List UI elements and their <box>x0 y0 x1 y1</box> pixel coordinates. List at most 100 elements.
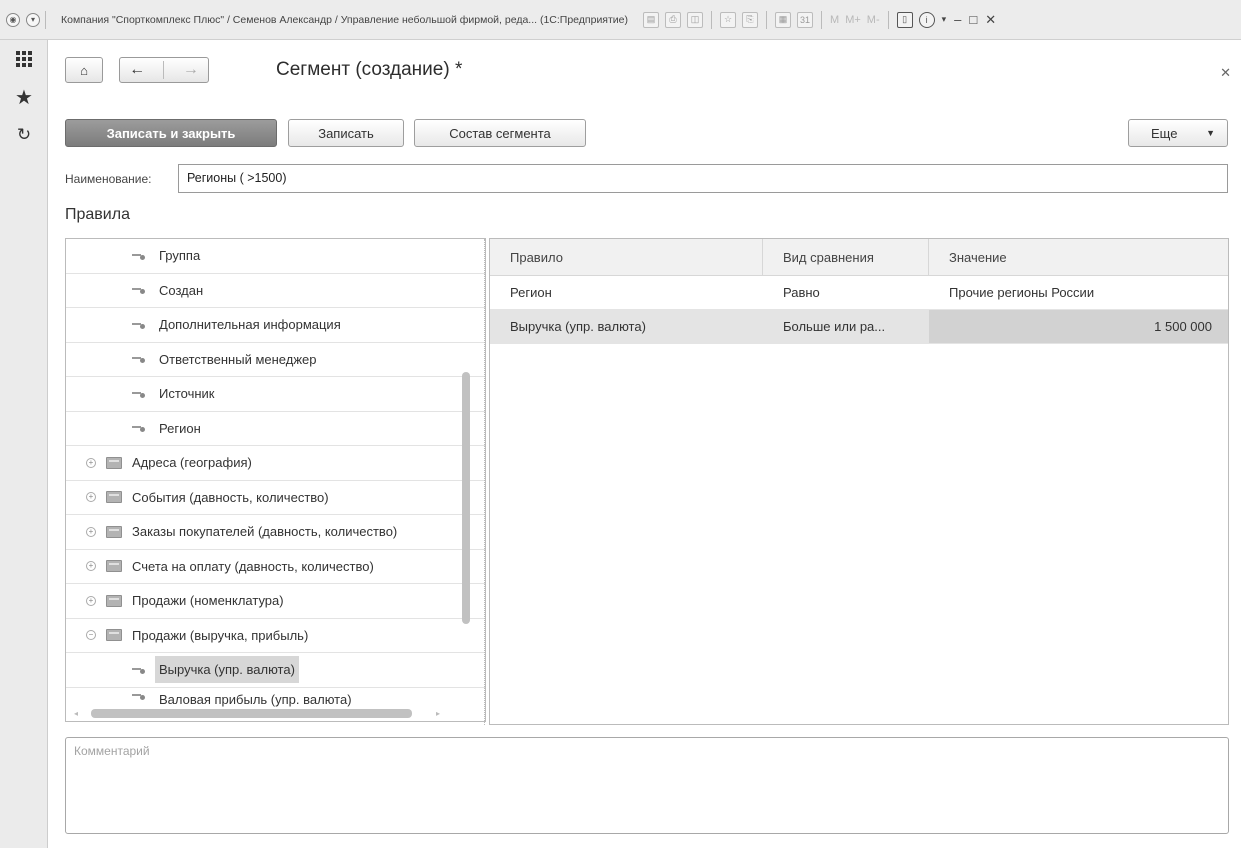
rules-table: Правило Вид сравнения Значение Регион Ра… <box>484 238 1229 725</box>
tree-group[interactable]: + События (давность, количество) <box>66 481 485 515</box>
expand-plus-icon[interactable]: + <box>86 561 96 572</box>
main-menu-icon[interactable]: ▾ <box>26 12 40 27</box>
value-cell[interactable]: 1 500 000 <box>929 310 1228 343</box>
field-icon <box>132 666 145 674</box>
calendar-icon[interactable]: 31 <box>797 11 814 28</box>
tree-group[interactable]: + Адреса (география) <box>66 446 485 481</box>
tree-item[interactable]: Регион <box>66 412 485 446</box>
field-icon <box>132 321 145 329</box>
tree-group[interactable]: + Заказы покупателей (давность, количеств… <box>66 515 485 550</box>
comment-field[interactable]: Комментарий <box>65 737 1229 834</box>
tree-item[interactable]: Дополнительная информация <box>66 308 485 343</box>
forward-arrow-icon[interactable]: → <box>183 61 199 79</box>
preview-icon[interactable]: ◫ <box>687 11 704 28</box>
calculator-icon[interactable]: ▦ <box>775 11 792 28</box>
tree-item[interactable]: Создан <box>66 274 485 308</box>
tree-horizontal-scrollbar[interactable] <box>91 709 412 718</box>
field-icon <box>132 390 145 398</box>
save-and-close-button[interactable]: Записать и закрыть <box>65 119 277 147</box>
toolbar-divider <box>766 10 768 29</box>
navigation-buttons: ← → <box>119 57 209 83</box>
save-button[interactable]: Записать <box>288 119 404 147</box>
app-logo-icon: ◉ <box>6 12 20 27</box>
memory-mplus-button[interactable]: M+ <box>845 14 861 26</box>
tree-group-label: События (давность, количество) <box>132 489 329 505</box>
toolbar-divider <box>887 10 889 29</box>
folder-icon <box>106 629 122 642</box>
favorite-icon[interactable]: ☆ <box>720 11 737 28</box>
sections-sidebar: ★ ↻ <box>0 40 48 848</box>
tree-item[interactable]: Валовая прибыль (упр. валюта) <box>66 688 485 708</box>
rule-cell[interactable]: Регион <box>490 276 763 309</box>
tree-item-label: Регион <box>159 420 201 436</box>
tree-group-label: Продажи (выручка, прибыль) <box>132 627 309 643</box>
panel-layout-icon[interactable]: ▯ <box>896 11 913 28</box>
folder-icon <box>106 594 122 607</box>
chevron-down-icon: ▼ <box>1206 128 1215 138</box>
toolbar-divider <box>711 10 713 29</box>
tree-group-expanded[interactable]: − Продажи (выручка, прибыль) <box>66 619 485 653</box>
favorites-star-icon[interactable]: ★ <box>0 78 48 116</box>
tree-item[interactable]: Ответственный менеджер <box>66 343 485 377</box>
tree-item[interactable]: Группа <box>66 239 485 274</box>
column-header-rule[interactable]: Правило <box>490 239 763 275</box>
table-row-selected[interactable]: Выручка (упр. валюта) Больше или ра... 1… <box>490 310 1228 344</box>
apps-grid-icon[interactable] <box>0 40 48 78</box>
value-cell[interactable]: Прочие регионы России <box>929 276 1228 309</box>
titlebar-toolbar: ▤ ⎙ ◫ ☆ ⎘ ▦ 31 M M+ M- ▯ i ▾ – □ ✕ <box>640 10 1000 29</box>
rule-cell[interactable]: Выручка (упр. валюта) <box>490 310 763 343</box>
tree-group[interactable]: + Счета на оплату (давность, количество) <box>66 550 485 584</box>
column-header-value[interactable]: Значение <box>929 239 1228 275</box>
tree-item-label: Дополнительная информация <box>159 317 341 333</box>
field-icon <box>132 424 145 433</box>
close-window-icon[interactable]: ✕ <box>985 12 996 28</box>
field-icon <box>132 286 145 295</box>
rules-section-title: Правила <box>65 206 130 223</box>
name-input[interactable]: Регионы ( >1500) <box>178 164 1228 193</box>
dropdown-chevron-icon[interactable]: ▾ <box>942 14 947 25</box>
tree-group-label: Адреса (география) <box>132 455 252 471</box>
maximize-icon[interactable]: □ <box>969 12 977 27</box>
save-icon[interactable]: ▤ <box>643 11 660 28</box>
print-icon[interactable]: ⎙ <box>665 11 682 28</box>
home-button[interactable]: ⌂ <box>65 57 103 83</box>
folder-icon <box>106 525 122 538</box>
minimize-icon[interactable]: – <box>954 12 961 27</box>
expand-plus-icon[interactable]: + <box>86 595 96 606</box>
rules-table-header: Правило Вид сравнения Значение <box>490 239 1228 276</box>
column-header-comparison[interactable]: Вид сравнения <box>763 239 929 275</box>
tree-group[interactable]: + Продажи (номенклатура) <box>66 584 485 619</box>
tree-item-selected[interactable]: Выручка (упр. валюта) <box>66 653 485 688</box>
segment-composition-button[interactable]: Состав сегмента <box>414 119 586 147</box>
nav-divider <box>163 61 165 79</box>
scroll-left-icon[interactable]: ◂ <box>74 709 78 718</box>
collapse-minus-icon[interactable]: − <box>86 630 96 641</box>
folder-icon <box>106 456 122 469</box>
close-form-icon[interactable]: ✕ <box>1220 65 1231 81</box>
window-title: Компания "Спорткомплекс Плюс" / Семенов … <box>61 13 629 26</box>
more-button[interactable]: Еще ▼ <box>1128 119 1228 147</box>
titlebar-divider <box>45 10 46 29</box>
fields-tree: Группа Создан Дополнительная информация … <box>65 238 486 722</box>
expand-plus-icon[interactable]: + <box>86 492 96 503</box>
comparison-cell[interactable]: Равно <box>763 276 929 309</box>
expand-plus-icon[interactable]: + <box>86 526 96 537</box>
memory-m-button[interactable]: M <box>830 14 839 26</box>
field-icon <box>132 355 145 364</box>
tree-vertical-scrollbar[interactable] <box>462 372 470 624</box>
tree-item[interactable]: Источник <box>66 377 485 412</box>
back-arrow-icon[interactable]: ← <box>129 61 145 79</box>
tree-item-label: Группа <box>159 248 201 264</box>
scroll-right-icon[interactable]: ▸ <box>436 709 440 718</box>
info-icon[interactable]: i <box>918 11 935 28</box>
expand-plus-icon[interactable]: + <box>86 457 96 468</box>
home-icon: ⌂ <box>80 62 88 78</box>
link-icon[interactable]: ⎘ <box>742 11 759 28</box>
memory-mminus-button[interactable]: M- <box>867 14 880 26</box>
history-icon[interactable]: ↻ <box>0 116 48 154</box>
tree-item-label: Валовая прибыль (упр. валюта) <box>159 691 352 707</box>
tree-item-label: Выручка (упр. валюта) <box>155 656 299 684</box>
tree-group-label: Заказы покупателей (давность, количество… <box>132 524 398 540</box>
table-row[interactable]: Регион Равно Прочие регионы России <box>490 276 1228 310</box>
comparison-cell[interactable]: Больше или ра... <box>763 310 929 343</box>
